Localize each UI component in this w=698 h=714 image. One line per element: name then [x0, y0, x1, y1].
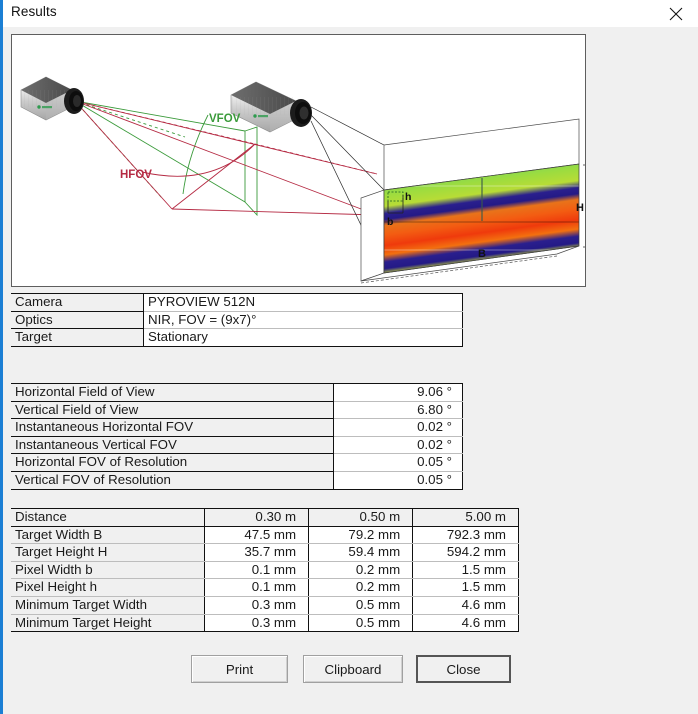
- table-row: Minimum Target Width 0.3 mm 0.5 mm 4.6 m…: [11, 596, 519, 615]
- camera-left: [20, 76, 84, 121]
- hfov-res-row-value: 0.05 °: [333, 453, 463, 472]
- distance-col-3: 5.00 m: [412, 508, 519, 527]
- table-header-row: Distance 0.30 m 0.50 m 5.00 m: [11, 508, 519, 527]
- min-target-height-c2: 0.5 mm: [308, 614, 414, 633]
- hfov-res-row-label: Horizontal FOV of Resolution: [11, 453, 334, 472]
- title-bar: Results: [3, 0, 698, 27]
- close-window-button[interactable]: [653, 0, 698, 27]
- close-icon: [669, 7, 683, 21]
- target-width-label-cell: Target Width B: [11, 526, 205, 545]
- hfov-row-value: 9.06 °: [333, 383, 463, 402]
- fov-diagram-panel: VFOV HFOV h b H B: [11, 34, 586, 287]
- vfov-row-label: Vertical Field of View: [11, 401, 334, 420]
- pixel-height-c2: 0.2 mm: [308, 578, 414, 597]
- distance-table: Distance 0.30 m 0.50 m 5.00 m Target Wid…: [11, 508, 519, 633]
- thermal-target: [360, 118, 585, 284]
- table-row: Minimum Target Height 0.3 mm 0.5 mm 4.6 …: [11, 614, 519, 633]
- table-row: Horizontal FOV of Resolution 0.05 °: [11, 453, 463, 472]
- window-title: Results: [11, 4, 57, 19]
- target-height-c1: 35.7 mm: [204, 543, 310, 562]
- vfov-label: VFOV: [209, 113, 241, 125]
- results-dialog: Results VFOV HFOV h b H B Camera PYROVIE…: [0, 0, 698, 714]
- pixel-width-label: b: [387, 216, 393, 228]
- distance-col-1: 0.30 m: [204, 508, 310, 527]
- min-target-width-c3: 4.6 mm: [412, 596, 519, 615]
- fov-values-table: Horizontal Field of View 9.06 ° Vertical…: [11, 383, 463, 490]
- vfov-res-row-label: Vertical FOV of Resolution: [11, 471, 334, 490]
- ihfov-row-value: 0.02 °: [333, 418, 463, 437]
- table-row: Vertical FOV of Resolution 0.05 °: [11, 471, 463, 490]
- pixel-height-c1: 0.1 mm: [204, 578, 310, 597]
- min-target-width-c2: 0.5 mm: [308, 596, 414, 615]
- target-width-label: B: [478, 248, 486, 260]
- hfov-row-label: Horizontal Field of View: [11, 383, 334, 402]
- table-row: Target Stationary: [11, 328, 463, 347]
- distance-col-2: 0.50 m: [308, 508, 414, 527]
- ihfov-row-label: Instantaneous Horizontal FOV: [11, 418, 334, 437]
- camera-value: PYROVIEW 512N: [143, 293, 463, 312]
- ivfov-row-label: Instantaneous Vertical FOV: [11, 436, 334, 455]
- optics-label: Optics: [11, 311, 144, 330]
- min-target-height-c1: 0.3 mm: [204, 614, 310, 633]
- camera-label: Camera: [11, 293, 144, 312]
- min-target-width-c1: 0.3 mm: [204, 596, 310, 615]
- vfov-res-row-value: 0.05 °: [333, 471, 463, 490]
- hfov-label: HFOV: [120, 169, 152, 181]
- target-height-c2: 59.4 mm: [308, 543, 414, 562]
- table-row: Pixel Width b 0.1 mm 0.2 mm 1.5 mm: [11, 561, 519, 580]
- vfov-row-value: 6.80 °: [333, 401, 463, 420]
- pixel-width-c3: 1.5 mm: [412, 561, 519, 580]
- table-row: Instantaneous Horizontal FOV 0.02 °: [11, 418, 463, 437]
- target-width-c3: 792.3 mm: [412, 526, 519, 545]
- clipboard-button[interactable]: Clipboard: [303, 655, 403, 683]
- min-target-width-label-cell: Minimum Target Width: [11, 596, 205, 615]
- target-width-c2: 79.2 mm: [308, 526, 414, 545]
- table-row: Vertical Field of View 6.80 °: [11, 401, 463, 420]
- camera-info-table: Camera PYROVIEW 512N Optics NIR, FOV = (…: [11, 293, 463, 347]
- target-label: Target: [11, 328, 144, 347]
- target-height-label-cell: Target Height H: [11, 543, 205, 562]
- table-row: Target Width B 47.5 mm 79.2 mm 792.3 mm: [11, 526, 519, 545]
- distance-header-label: Distance: [11, 508, 205, 527]
- table-row: Optics NIR, FOV = (9x7)°: [11, 311, 463, 330]
- table-row: Horizontal Field of View 9.06 °: [11, 383, 463, 402]
- optics-value: NIR, FOV = (9x7)°: [143, 311, 463, 330]
- min-target-height-c3: 4.6 mm: [412, 614, 519, 633]
- table-row: Pixel Height h 0.1 mm 0.2 mm 1.5 mm: [11, 578, 519, 597]
- table-row: Instantaneous Vertical FOV 0.02 °: [11, 436, 463, 455]
- target-height-label: H: [576, 202, 584, 214]
- pixel-width-c1: 0.1 mm: [204, 561, 310, 580]
- target-value: Stationary: [143, 328, 463, 347]
- pixel-width-c2: 0.2 mm: [308, 561, 414, 580]
- ivfov-row-value: 0.02 °: [333, 436, 463, 455]
- pixel-width-label-cell: Pixel Width b: [11, 561, 205, 580]
- close-button[interactable]: Close: [416, 655, 511, 683]
- pixel-height-label-cell: Pixel Height h: [11, 578, 205, 597]
- table-row: Camera PYROVIEW 512N: [11, 293, 463, 312]
- min-target-height-label-cell: Minimum Target Height: [11, 614, 205, 633]
- table-row: Target Height H 35.7 mm 59.4 mm 594.2 mm: [11, 543, 519, 562]
- pixel-height-c3: 1.5 mm: [412, 578, 519, 597]
- pixel-height-label: h: [405, 191, 411, 203]
- target-width-c1: 47.5 mm: [204, 526, 310, 545]
- fov-diagram: VFOV HFOV h b H B: [20, 76, 585, 284]
- print-button[interactable]: Print: [191, 655, 288, 683]
- target-height-c3: 594.2 mm: [412, 543, 519, 562]
